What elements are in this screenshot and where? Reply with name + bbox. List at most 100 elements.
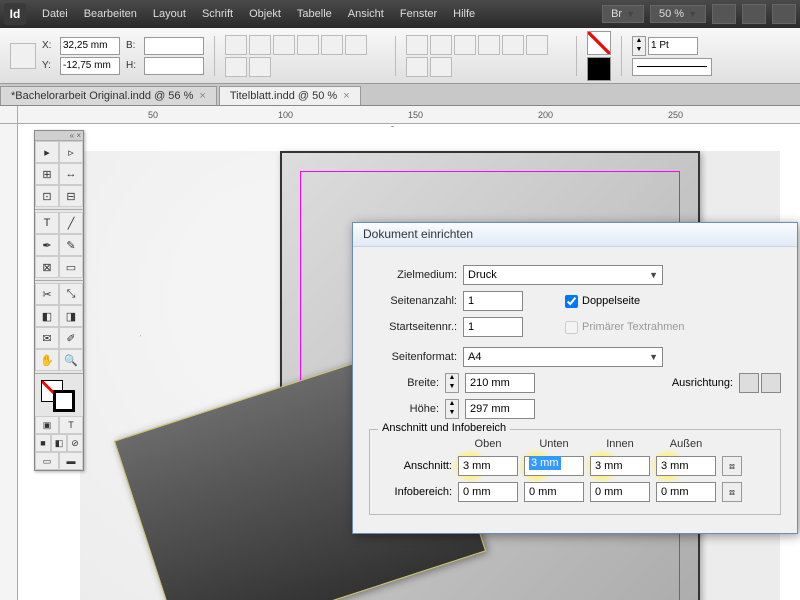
screen-mode-button[interactable]	[742, 4, 766, 24]
width-input[interactable]	[465, 373, 535, 393]
apply-gradient-icon[interactable]: ◧	[51, 434, 67, 452]
pagesize-select[interactable]: A4▼	[463, 347, 663, 367]
zoom-tool[interactable]: 🔍	[59, 349, 83, 371]
gradient-feather-tool[interactable]: ◨	[59, 305, 83, 327]
toolbox-panel[interactable]: « × ▸ ▹ ⊞ ↔ ⊡ ⊟ T ╱ ✒ ✎ ⊠ ▭ ✂ ⤡ ◧ ◨ ✉ ✐ …	[34, 130, 84, 471]
bleed-outside-input[interactable]	[656, 456, 716, 476]
scissors-tool[interactable]: ✂	[35, 283, 59, 305]
view-options-button[interactable]	[712, 4, 736, 24]
bleed-bottom-input[interactable]: 3 mm	[524, 456, 584, 476]
line-tool[interactable]: ╱	[59, 212, 83, 234]
h-input[interactable]	[144, 57, 204, 75]
stroke-spinner[interactable]: ▲▼	[632, 36, 646, 56]
stroke-swatch[interactable]	[587, 57, 611, 81]
menu-datei[interactable]: Datei	[34, 8, 76, 20]
close-icon[interactable]: ×	[199, 90, 205, 102]
fill-stroke-proxy[interactable]	[35, 376, 83, 416]
orientation-portrait-button[interactable]	[739, 373, 759, 393]
pen-tool[interactable]: ✒	[35, 234, 59, 256]
fill-frame-icon[interactable]	[478, 35, 500, 55]
dialog-title[interactable]: Dokument einrichten	[353, 223, 797, 247]
stroke-weight-input[interactable]	[648, 37, 698, 55]
x-input[interactable]	[60, 37, 120, 55]
apply-color-icon[interactable]: ■	[35, 434, 51, 452]
fit-frame-icon[interactable]	[430, 35, 452, 55]
stroke-style-select[interactable]	[632, 58, 712, 76]
menu-fenster[interactable]: Fenster	[392, 8, 445, 20]
effects-icon[interactable]	[406, 57, 428, 77]
type-tool[interactable]: T	[35, 212, 59, 234]
gap-tool[interactable]: ↔	[59, 163, 83, 185]
slug-outside-input[interactable]	[656, 482, 716, 502]
bridge-button[interactable]: Br▼	[602, 5, 644, 23]
close-icon[interactable]: ×	[343, 90, 349, 102]
center-content-icon[interactable]	[454, 35, 476, 55]
content-collector-tool[interactable]: ⊡	[35, 185, 59, 207]
note-tool[interactable]: ✉	[35, 327, 59, 349]
fill-swatch[interactable]	[587, 31, 611, 55]
apply-none-icon[interactable]: ⊘	[67, 434, 83, 452]
menu-objekt[interactable]: Objekt	[241, 8, 289, 20]
view-mode-preview[interactable]: ▬	[59, 452, 83, 470]
menu-layout[interactable]: Layout	[145, 8, 194, 20]
fit-content-icon[interactable]	[406, 35, 428, 55]
panel-header[interactable]: « ×	[35, 131, 83, 141]
content-placer-tool[interactable]: ⊟	[59, 185, 83, 207]
rectangle-frame-tool[interactable]: ⊠	[35, 256, 59, 278]
intent-select[interactable]: Druck▼	[463, 265, 663, 285]
flip-h-icon[interactable]	[321, 35, 343, 55]
menu-ansicht[interactable]: Ansicht	[340, 8, 392, 20]
stroke-box-icon[interactable]	[53, 390, 75, 412]
ruler-vertical[interactable]	[0, 124, 18, 600]
rectangle-tool[interactable]: ▭	[59, 256, 83, 278]
free-transform-tool[interactable]: ⤡	[59, 283, 83, 305]
page-tool[interactable]: ⊞	[35, 163, 59, 185]
flip-v-icon[interactable]	[345, 35, 367, 55]
ruler-horizontal[interactable]: 50 100 150 200 250	[18, 106, 800, 124]
width-spinner[interactable]: ▲▼	[445, 373, 459, 393]
shear-icon[interactable]	[297, 35, 319, 55]
height-input[interactable]	[465, 399, 535, 419]
w-input[interactable]	[144, 37, 204, 55]
selection-tool[interactable]: ▸	[35, 141, 59, 163]
startpage-input[interactable]	[463, 317, 523, 337]
formatting-container-icon[interactable]: ▣	[35, 416, 59, 434]
object-styles-icon[interactable]	[430, 57, 452, 77]
corner-options-icon[interactable]	[526, 35, 548, 55]
facing-pages-checkbox[interactable]: Doppelseite	[565, 295, 640, 308]
hand-tool[interactable]: ✋	[35, 349, 59, 371]
y-input[interactable]	[60, 57, 120, 75]
primary-frame-checkbox[interactable]: Primärer Textrahmen	[565, 321, 685, 334]
menu-schrift[interactable]: Schrift	[194, 8, 241, 20]
bleed-link-icon[interactable]: 𐄜	[722, 456, 742, 476]
slug-bottom-input[interactable]	[524, 482, 584, 502]
orientation-landscape-button[interactable]	[761, 373, 781, 393]
checkbox-icon[interactable]	[565, 295, 578, 308]
rotate-icon[interactable]	[273, 35, 295, 55]
menu-hilfe[interactable]: Hilfe	[445, 8, 483, 20]
direct-selection-tool[interactable]: ▹	[59, 141, 83, 163]
pencil-tool[interactable]: ✎	[59, 234, 83, 256]
slug-inside-input[interactable]	[590, 482, 650, 502]
reference-point-icon[interactable]	[10, 43, 36, 69]
bleed-top-input[interactable]	[458, 456, 518, 476]
menu-tabelle[interactable]: Tabelle	[289, 8, 340, 20]
gradient-swatch-tool[interactable]: ◧	[35, 305, 59, 327]
document-tab[interactable]: Titelblatt.indd @ 50 %×	[219, 86, 361, 105]
eyedropper-tool[interactable]: ✐	[59, 327, 83, 349]
height-spinner[interactable]: ▲▼	[445, 399, 459, 419]
zoom-select[interactable]: 50 %▼	[650, 5, 706, 23]
document-tab[interactable]: *Bachelorarbeit Original.indd @ 56 %×	[0, 86, 217, 105]
view-mode-normal[interactable]: ▭	[35, 452, 59, 470]
pages-input[interactable]	[463, 291, 523, 311]
scale-x-icon[interactable]	[225, 35, 247, 55]
ruler-origin[interactable]	[0, 106, 18, 124]
text-wrap-icon[interactable]	[502, 35, 524, 55]
bleed-inside-input[interactable]	[590, 456, 650, 476]
formatting-text-icon[interactable]: T	[59, 416, 83, 434]
slug-link-icon[interactable]: 𐄜	[722, 482, 742, 502]
rotate-cw-icon[interactable]	[225, 57, 247, 77]
rotate-ccw-icon[interactable]	[249, 57, 271, 77]
arrange-button[interactable]	[772, 4, 796, 24]
scale-y-icon[interactable]	[249, 35, 271, 55]
